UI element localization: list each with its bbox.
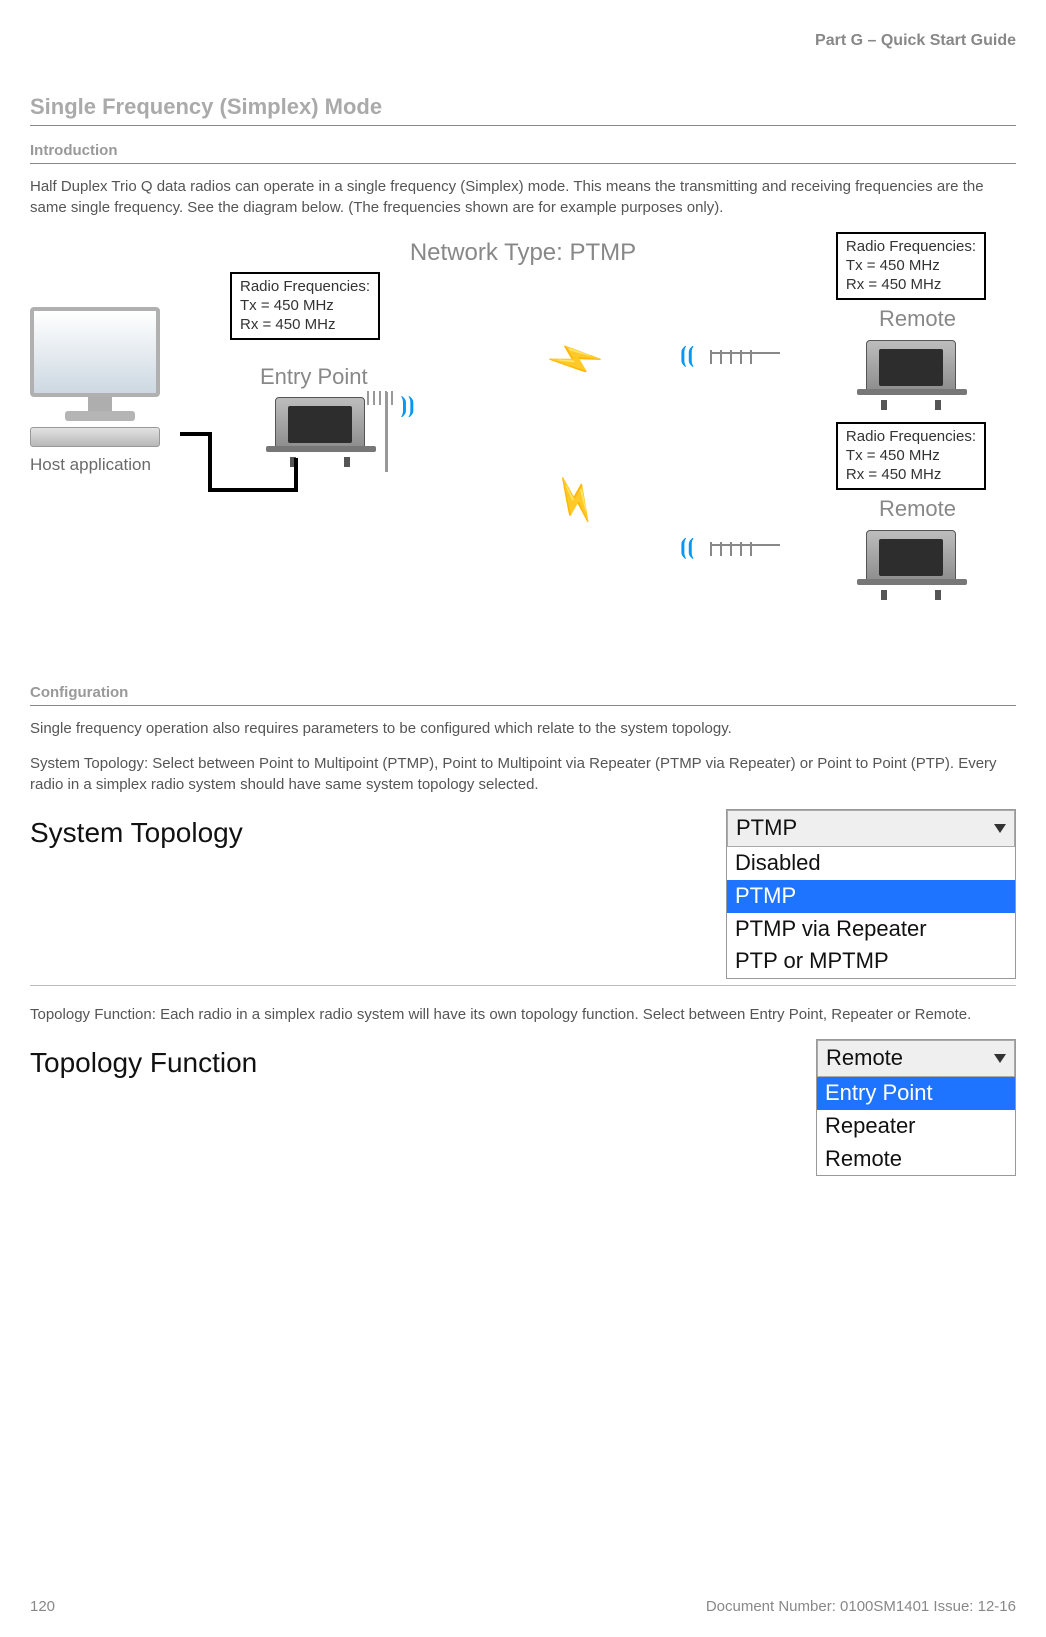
config-paragraph-1: Single frequency operation also requires… — [30, 718, 1016, 739]
topology-function-option[interactable]: Repeater — [817, 1110, 1015, 1143]
config-paragraph-3: Topology Function: Each radio in a simpl… — [30, 1004, 1016, 1025]
freq-box-entry: Radio Frequencies: Tx = 450 MHz Rx = 450… — [230, 272, 380, 340]
host-computer-icon: Host application — [30, 307, 170, 477]
freq-tx: Tx = 450 MHz — [846, 447, 976, 466]
intro-paragraph: Half Duplex Trio Q data radios can opera… — [30, 176, 1016, 218]
part-header: Part G – Quick Start Guide — [30, 30, 1016, 52]
system-topology-option[interactable]: PTMP via Repeater — [727, 913, 1015, 946]
host-label: Host application — [30, 453, 170, 477]
remote2-label: Remote — [879, 494, 956, 525]
wifi-icon: ⦘⦘ — [400, 390, 415, 421]
wifi-icon: ⦗⦗ — [680, 532, 695, 563]
system-topology-label: System Topology — [30, 809, 726, 852]
system-topology-selected[interactable]: PTMP — [727, 810, 1015, 847]
remote1-antenna-icon — [710, 352, 780, 354]
document-number: Document Number: 0100SM1401 Issue: 12-16 — [706, 1596, 1016, 1617]
freq-rx: Rx = 450 MHz — [240, 316, 370, 335]
topology-function-row: Topology Function Remote Entry Point Rep… — [30, 1039, 1016, 1176]
remote2-radio-icon — [866, 530, 956, 590]
system-topology-dropdown[interactable]: PTMP Disabled PTMP PTMP via Repeater PTP… — [726, 809, 1016, 979]
chevron-down-icon — [994, 1054, 1006, 1063]
network-diagram: Network Type: PTMP Radio Frequencies: Tx… — [30, 232, 1016, 672]
freq-tx: Tx = 450 MHz — [240, 297, 370, 316]
freq-box-remote1: Radio Frequencies: Tx = 450 MHz Rx = 450… — [836, 232, 986, 300]
topology-function-options: Entry Point Repeater Remote — [817, 1077, 1015, 1175]
freq-title: Radio Frequencies: — [846, 238, 976, 257]
remote1-label: Remote — [879, 304, 956, 335]
system-topology-option[interactable]: PTMP — [727, 880, 1015, 913]
system-topology-selected-text: PTMP — [736, 813, 797, 844]
entry-point-radio-icon — [275, 397, 365, 457]
system-topology-option[interactable]: PTP or MPTMP — [727, 945, 1015, 978]
freq-title: Radio Frequencies: — [240, 278, 370, 297]
freq-rx: Rx = 450 MHz — [846, 276, 976, 295]
wifi-icon: ⦗⦗ — [680, 340, 695, 371]
topology-function-option[interactable]: Remote — [817, 1143, 1015, 1176]
config-paragraph-2: System Topology: Select between Point to… — [30, 753, 1016, 795]
freq-box-remote2: Radio Frequencies: Tx = 450 MHz Rx = 450… — [836, 422, 986, 490]
topology-function-label: Topology Function — [30, 1039, 816, 1082]
chevron-down-icon — [994, 824, 1006, 833]
topology-function-dropdown[interactable]: Remote Entry Point Repeater Remote — [816, 1039, 1016, 1176]
entry-point-label: Entry Point — [260, 362, 368, 393]
remote1-radio-icon — [866, 340, 956, 400]
system-topology-options: Disabled PTMP PTMP via Repeater PTP or M… — [727, 847, 1015, 978]
system-topology-option[interactable]: Disabled — [727, 847, 1015, 880]
section-configuration: Configuration — [30, 682, 1016, 706]
section-introduction: Introduction — [30, 140, 1016, 164]
lightning-bolt-icon: ⚡ — [538, 325, 611, 396]
freq-rx: Rx = 450 MHz — [846, 466, 976, 485]
remote2-antenna-icon — [710, 544, 780, 546]
page-title: Single Frequency (Simplex) Mode — [30, 92, 1016, 126]
system-topology-row: System Topology PTMP Disabled PTMP PTMP … — [30, 809, 1016, 986]
freq-title: Radio Frequencies: — [846, 428, 976, 447]
freq-tx: Tx = 450 MHz — [846, 257, 976, 276]
page-number: 120 — [30, 1596, 55, 1617]
topology-function-selected-text: Remote — [826, 1043, 903, 1074]
page-footer: 120 Document Number: 0100SM1401 Issue: 1… — [30, 1596, 1016, 1617]
topology-function-selected[interactable]: Remote — [817, 1040, 1015, 1077]
topology-function-option[interactable]: Entry Point — [817, 1077, 1015, 1110]
cable-icon — [180, 432, 210, 436]
network-type-label: Network Type: PTMP — [410, 236, 636, 270]
lightning-bolt-icon: ⚡ — [538, 465, 611, 536]
